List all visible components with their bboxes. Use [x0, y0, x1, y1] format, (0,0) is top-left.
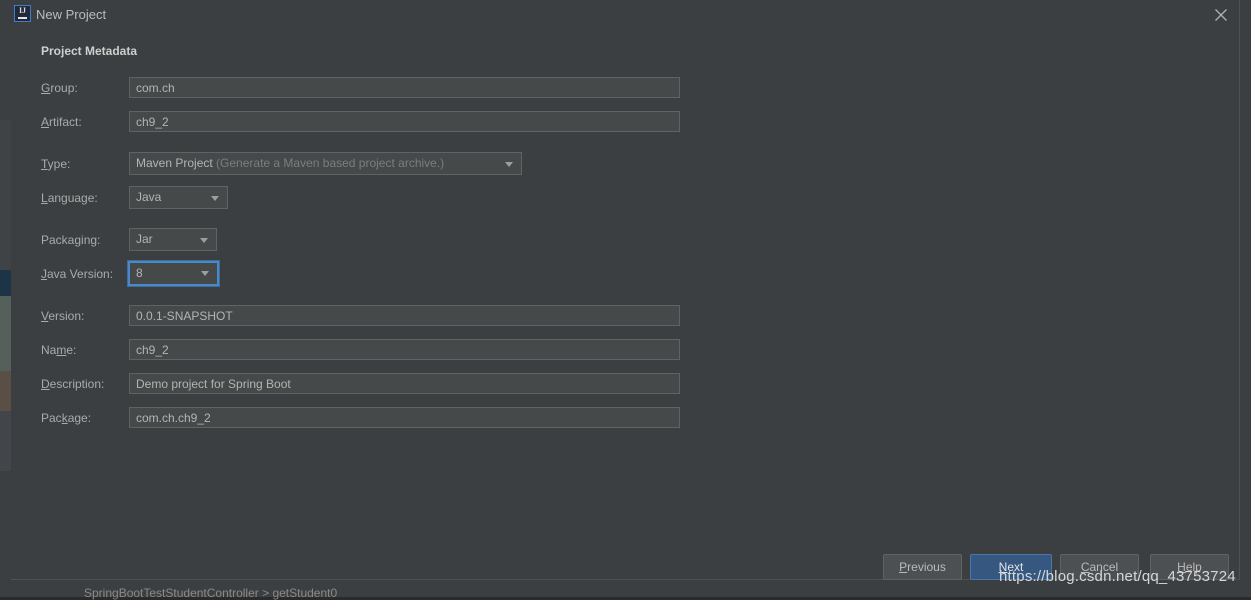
java-version-combo[interactable]: 8: [127, 260, 220, 287]
artifact-input[interactable]: [129, 111, 680, 132]
chevron-down-icon: [505, 162, 513, 167]
package-input[interactable]: [129, 407, 680, 428]
label-artifact: Artifact:: [41, 115, 82, 129]
previous-button[interactable]: Previous: [883, 554, 962, 580]
editor-strip-1: [0, 0, 11, 120]
app-icon-label: IJ: [18, 6, 27, 15]
type-combo-value: Maven Project: [136, 156, 213, 170]
packaging-combo[interactable]: Jar: [129, 228, 217, 251]
type-combo-hint: (Generate a Maven based project archive.…: [216, 156, 445, 170]
label-packaging: Packaging:: [41, 233, 101, 247]
chevron-down-icon: [211, 196, 219, 201]
watermark: https://blog.csdn.net/qq_43753724: [999, 568, 1236, 585]
editor-strip-5: [0, 411, 11, 471]
close-icon[interactable]: [1207, 3, 1235, 27]
app-icon-underbar: [18, 17, 27, 19]
dialog-title-bar: IJ New Project: [11, 0, 1240, 29]
description-input[interactable]: [129, 373, 680, 394]
dialog-title: New Project: [36, 7, 107, 22]
type-combo[interactable]: Maven Project (Generate a Maven based pr…: [129, 152, 522, 175]
label-java-version: Java Version:: [41, 267, 114, 281]
label-group: Group:: [41, 81, 78, 95]
name-input[interactable]: [129, 339, 680, 360]
chevron-down-icon: [200, 238, 208, 243]
label-description: Description:: [41, 377, 105, 391]
editor-strip-3: [0, 296, 11, 371]
new-project-dialog: IJ New Project Project Metadata Group: A…: [11, 0, 1240, 580]
breadcrumb[interactable]: SpringBootTestStudentController > getStu…: [84, 586, 337, 600]
version-input[interactable]: [129, 305, 680, 326]
close-icon-glyph: [1215, 9, 1227, 21]
page-title: Project Metadata: [41, 44, 138, 58]
label-package: Package:: [41, 411, 92, 425]
editor-strip-4: [0, 371, 11, 411]
intellij-idea-icon: IJ: [14, 5, 31, 22]
editor-strip-highlight: [0, 270, 11, 296]
label-type: Type:: [41, 157, 71, 171]
group-input[interactable]: [129, 77, 680, 98]
java-version-combo-value: 8: [136, 266, 143, 280]
label-language: Language:: [41, 191, 98, 205]
language-combo-value: Java: [136, 190, 162, 204]
language-combo[interactable]: Java: [129, 186, 228, 209]
packaging-combo-value: Jar: [136, 232, 153, 246]
editor-strip-6: [0, 471, 11, 597]
editor-strip-2: [0, 120, 11, 270]
chevron-down-icon: [201, 271, 209, 276]
label-version: Version:: [41, 309, 85, 323]
label-name: Name:: [41, 343, 77, 357]
